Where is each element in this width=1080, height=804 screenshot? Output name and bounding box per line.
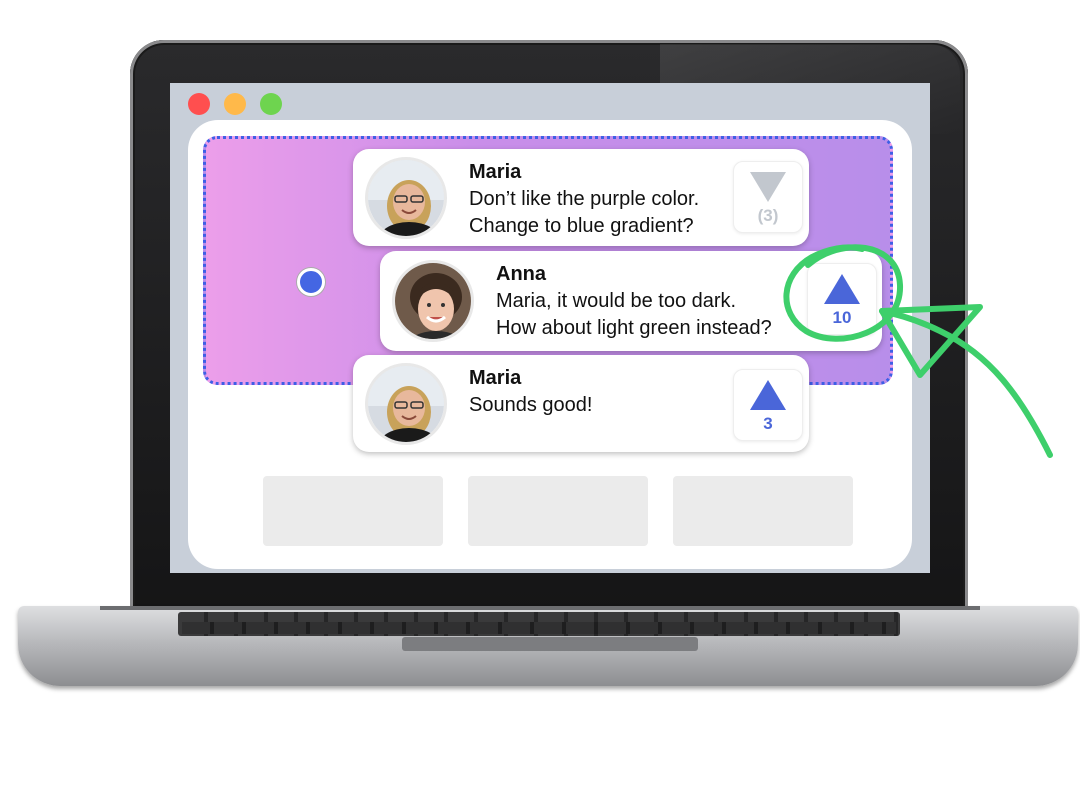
- placeholder-block: [263, 476, 443, 546]
- comment-text: Don’t like the purple color. Change to b…: [469, 186, 699, 240]
- trackpad: [402, 637, 698, 651]
- annotation-circle-arrow-icon: [783, 244, 1053, 458]
- avatar-maria: [365, 362, 447, 445]
- selection-handle[interactable]: [297, 268, 325, 296]
- window-minimize-button[interactable]: [224, 93, 246, 115]
- window-zoom-button[interactable]: [260, 93, 282, 115]
- comment-author: Maria: [469, 161, 522, 183]
- avatar-maria: [365, 156, 447, 239]
- comment-line: Sounds good!: [469, 394, 593, 416]
- comment-card: Maria Don’t like the purple color. Chang…: [353, 149, 809, 246]
- laptop-hinge: [100, 606, 980, 610]
- downvote-button[interactable]: (3): [733, 161, 803, 233]
- vote-count: (3): [757, 206, 779, 225]
- comment-card: Maria Sounds good! 3: [353, 355, 809, 452]
- keyboard-row: [182, 622, 896, 634]
- comment-text: Sounds good!: [469, 392, 592, 419]
- placeholder-block: [468, 476, 648, 546]
- comment-text: Maria, it would be too dark. How about l…: [496, 288, 772, 342]
- placeholder-block: [673, 476, 853, 546]
- window-close-button[interactable]: [188, 93, 210, 115]
- comment-author: Anna: [496, 263, 546, 285]
- comment-author: Maria: [469, 367, 522, 389]
- comment-line: Change to blue gradient?: [469, 215, 694, 237]
- avatar-anna: [392, 260, 474, 342]
- comment-line: Don’t like the purple color.: [469, 188, 700, 210]
- triangle-down-icon: [750, 172, 786, 202]
- comment-line: Maria, it would be too dark.: [496, 290, 737, 312]
- comment-line: How about light green instead?: [496, 317, 772, 339]
